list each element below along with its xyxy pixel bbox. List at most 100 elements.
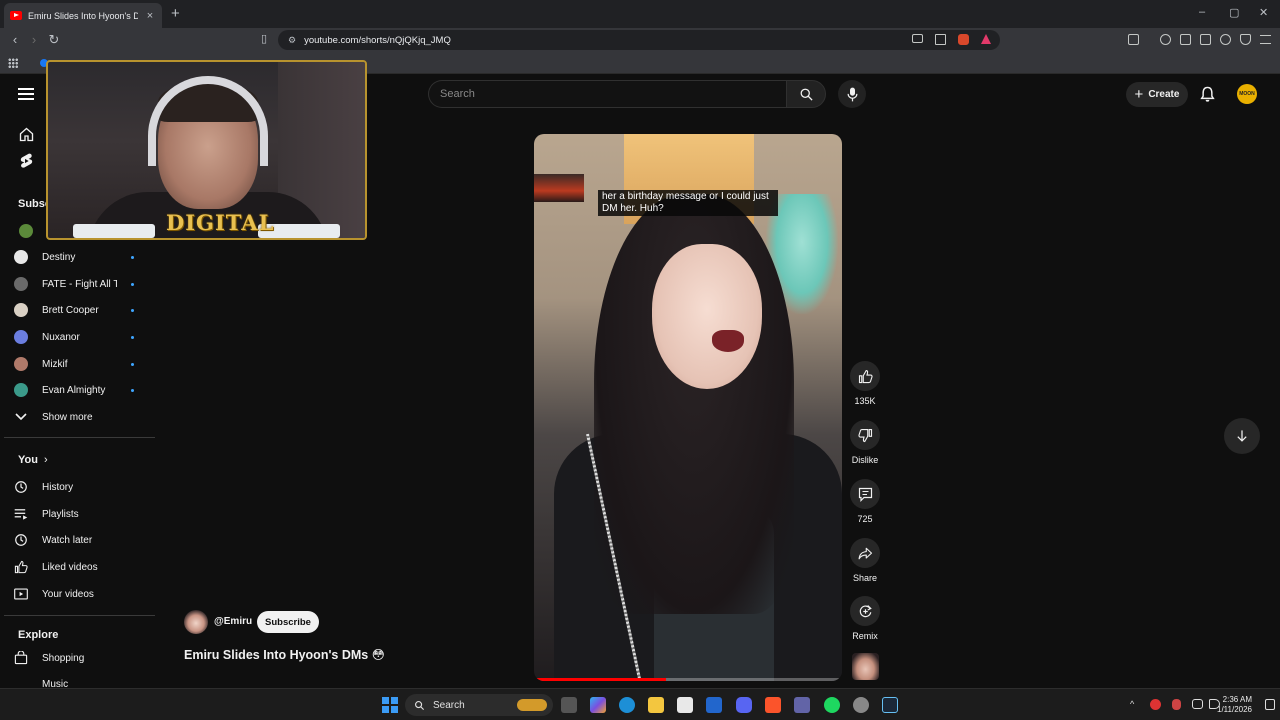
forward-icon[interactable]: ›	[26, 32, 42, 47]
rewards-icon[interactable]	[981, 34, 991, 44]
store-icon[interactable]	[677, 697, 693, 713]
windows-start-icon[interactable]	[382, 697, 398, 713]
search-button[interactable]	[786, 80, 826, 108]
reload-icon[interactable]: ↻	[46, 32, 62, 48]
sidebar-item-your-videos[interactable]: Your videos	[14, 582, 154, 606]
back-icon[interactable]: ‹	[7, 32, 23, 47]
like-button[interactable]	[850, 361, 880, 391]
sidebar-channel-item[interactable]: FATE - Fight All T...	[14, 272, 154, 296]
file-explorer-icon[interactable]	[648, 697, 664, 713]
next-short-button[interactable]	[1224, 418, 1260, 454]
sidebar-channel-item[interactable]: Mizkif	[14, 352, 154, 376]
sidebar-item-shopping[interactable]: Shopping	[14, 646, 154, 670]
reader-icon[interactable]	[1180, 34, 1191, 45]
channel-handle[interactable]: @Emiru	[214, 616, 252, 627]
home-icon[interactable]	[19, 127, 34, 142]
site-info-icon[interactable]: ⚙	[288, 35, 296, 46]
share-page-icon[interactable]	[935, 34, 946, 45]
show-more-button[interactable]: Show more	[14, 405, 154, 429]
cast-icon[interactable]	[912, 34, 923, 43]
sidebar-channel-item[interactable]: Brett Cooper	[14, 298, 154, 322]
channel-avatar-main[interactable]	[184, 610, 208, 634]
comment-icon	[858, 487, 872, 502]
sidebar-channel-item[interactable]: Destiny	[14, 245, 154, 269]
search-highlight-icon	[517, 699, 547, 711]
teams-icon[interactable]	[794, 697, 810, 713]
sidebar-item-liked-videos[interactable]: Liked videos	[14, 555, 154, 579]
account-avatar[interactable]: MOON	[1237, 84, 1257, 104]
you-section-link[interactable]: You ›	[14, 448, 154, 472]
remix-button[interactable]	[850, 596, 880, 626]
obs-icon[interactable]	[853, 697, 869, 713]
media-icon[interactable]	[1160, 34, 1171, 45]
bookmark-icon[interactable]: ▯	[256, 32, 272, 45]
menu-icon[interactable]	[1260, 35, 1271, 44]
outlook-icon[interactable]	[706, 697, 722, 713]
leo-icon[interactable]	[1220, 34, 1231, 45]
playlists-icon	[14, 507, 28, 521]
clock-date: 1/11/2026	[1217, 705, 1252, 714]
sidebar-item-label: Music	[42, 679, 69, 688]
dislike-action[interactable]: Dislike	[846, 420, 884, 465]
tray-overflow-icon[interactable]: ^	[1130, 699, 1134, 709]
wallet-icon[interactable]	[1200, 34, 1211, 45]
close-window-button[interactable]: ✕	[1259, 6, 1268, 19]
share-action[interactable]: Share	[846, 538, 884, 583]
like-action[interactable]: 135K	[846, 361, 884, 406]
channel-name: Mizkif	[42, 358, 68, 370]
voice-search-button[interactable]	[838, 80, 866, 108]
show-more-label: Show more	[42, 411, 93, 423]
remix-label: Remix	[852, 631, 878, 641]
tray-app-icon[interactable]	[1150, 699, 1161, 710]
brave-shield-icon[interactable]	[958, 34, 969, 45]
address-bar[interactable]: ⚙ youtube.com/shorts/nQjQKjq_JMQ	[278, 30, 1000, 50]
notifications-button[interactable]	[1200, 86, 1215, 102]
system-clock[interactable]: 2:36 AM 1/11/2026	[1217, 695, 1252, 715]
new-tab-button[interactable]: +	[171, 5, 180, 22]
remix-action[interactable]: Remix	[846, 596, 884, 641]
create-button[interactable]: + Create	[1126, 82, 1188, 107]
edge-icon[interactable]	[619, 697, 635, 713]
shorts-video-player[interactable]: her a birthday message or I could just D…	[534, 134, 842, 681]
steam-icon[interactable]	[882, 697, 898, 713]
dislike-button[interactable]	[850, 420, 880, 450]
subscribe-button[interactable]: Subscribe	[257, 611, 319, 633]
youtube-favicon-icon	[10, 11, 22, 20]
channel-avatar[interactable]	[19, 224, 33, 238]
plus-icon: +	[1134, 86, 1144, 103]
minimize-button[interactable]: –	[1199, 6, 1205, 18]
comments-button[interactable]	[850, 479, 880, 509]
sidebar-item-watch-later[interactable]: Watch later	[14, 528, 154, 552]
sidebar-channel-item[interactable]: Nuxanor	[14, 325, 154, 349]
notification-center-icon[interactable]	[1265, 699, 1275, 710]
browser-tab[interactable]: Emiru Slides Into Hyoon's DMs ×	[4, 3, 162, 28]
sidebar-item-history[interactable]: History	[14, 475, 154, 499]
sound-thumbnail[interactable]	[852, 653, 879, 680]
taskbar-search[interactable]: Search	[405, 694, 553, 716]
search-input[interactable]	[440, 88, 786, 100]
discord-icon[interactable]	[736, 697, 752, 713]
network-icon[interactable]	[1192, 699, 1203, 709]
spotify-icon[interactable]	[824, 697, 840, 713]
channel-name: FATE - Fight All T...	[42, 278, 117, 290]
brave-icon[interactable]	[765, 697, 781, 713]
apps-grid-icon[interactable]	[8, 58, 18, 68]
maximize-button[interactable]: ▢	[1229, 6, 1239, 19]
sidebar-item-music[interactable]: Music	[14, 674, 154, 688]
url-text[interactable]: youtube.com/shorts/nQjQKjq_JMQ	[304, 35, 451, 46]
task-view-icon[interactable]	[561, 697, 577, 713]
sidebar-toggle-icon[interactable]	[1128, 34, 1139, 45]
sidebar-item-label: Liked videos	[42, 561, 98, 573]
video-progress-bar[interactable]	[534, 678, 842, 681]
comments-action[interactable]: 725	[846, 479, 884, 524]
copilot-icon[interactable]	[590, 697, 606, 713]
tray-mic-icon[interactable]	[1172, 699, 1181, 710]
shorts-icon[interactable]	[19, 153, 34, 169]
vpn-icon[interactable]	[1240, 34, 1251, 45]
guide-menu-icon[interactable]	[18, 88, 34, 100]
sidebar-channel-item[interactable]: Evan Almighty	[14, 378, 154, 402]
tab-close-icon[interactable]: ×	[144, 10, 156, 22]
sidebar-item-playlists[interactable]: Playlists	[14, 502, 154, 526]
search-box[interactable]	[428, 80, 786, 108]
share-button[interactable]	[850, 538, 880, 568]
